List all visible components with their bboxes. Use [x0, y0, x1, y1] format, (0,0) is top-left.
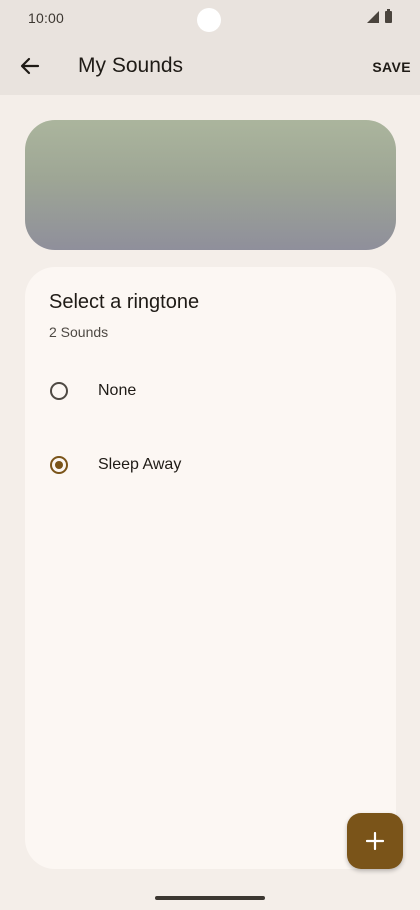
camera-cutout [197, 8, 221, 32]
page-title: My Sounds [78, 54, 184, 77]
ringtone-option-none[interactable]: None [25, 363, 396, 419]
save-button[interactable]: SAVE [372, 59, 411, 75]
card-title: Select a ringtone [49, 291, 200, 313]
signal-icon [367, 11, 379, 23]
sound-preview-banner [25, 120, 396, 250]
radio-button-checked[interactable] [50, 456, 68, 474]
radio-selected-dot [55, 461, 63, 469]
radio-button-unchecked[interactable] [50, 382, 68, 400]
status-time: 10:00 [28, 10, 65, 26]
app-bar: My Sounds SAVE [0, 38, 420, 95]
ringtone-option-label: None [98, 382, 137, 399]
gesture-nav-handle[interactable] [155, 896, 265, 900]
add-sound-button[interactable] [347, 813, 403, 869]
ringtone-card: Select a ringtone 2 Sounds None Sleep Aw… [25, 267, 396, 869]
ringtone-option-sleep-away[interactable]: Sleep Away [25, 437, 396, 493]
back-button[interactable] [14, 50, 46, 82]
battery-icon [385, 9, 392, 23]
arrow-back-icon [20, 57, 40, 75]
status-bar: 10:00 [0, 0, 420, 38]
ringtone-option-label: Sleep Away [98, 456, 182, 473]
status-icons [367, 9, 392, 23]
add-icon [366, 832, 384, 850]
sound-count: 2 Sounds [49, 324, 109, 340]
